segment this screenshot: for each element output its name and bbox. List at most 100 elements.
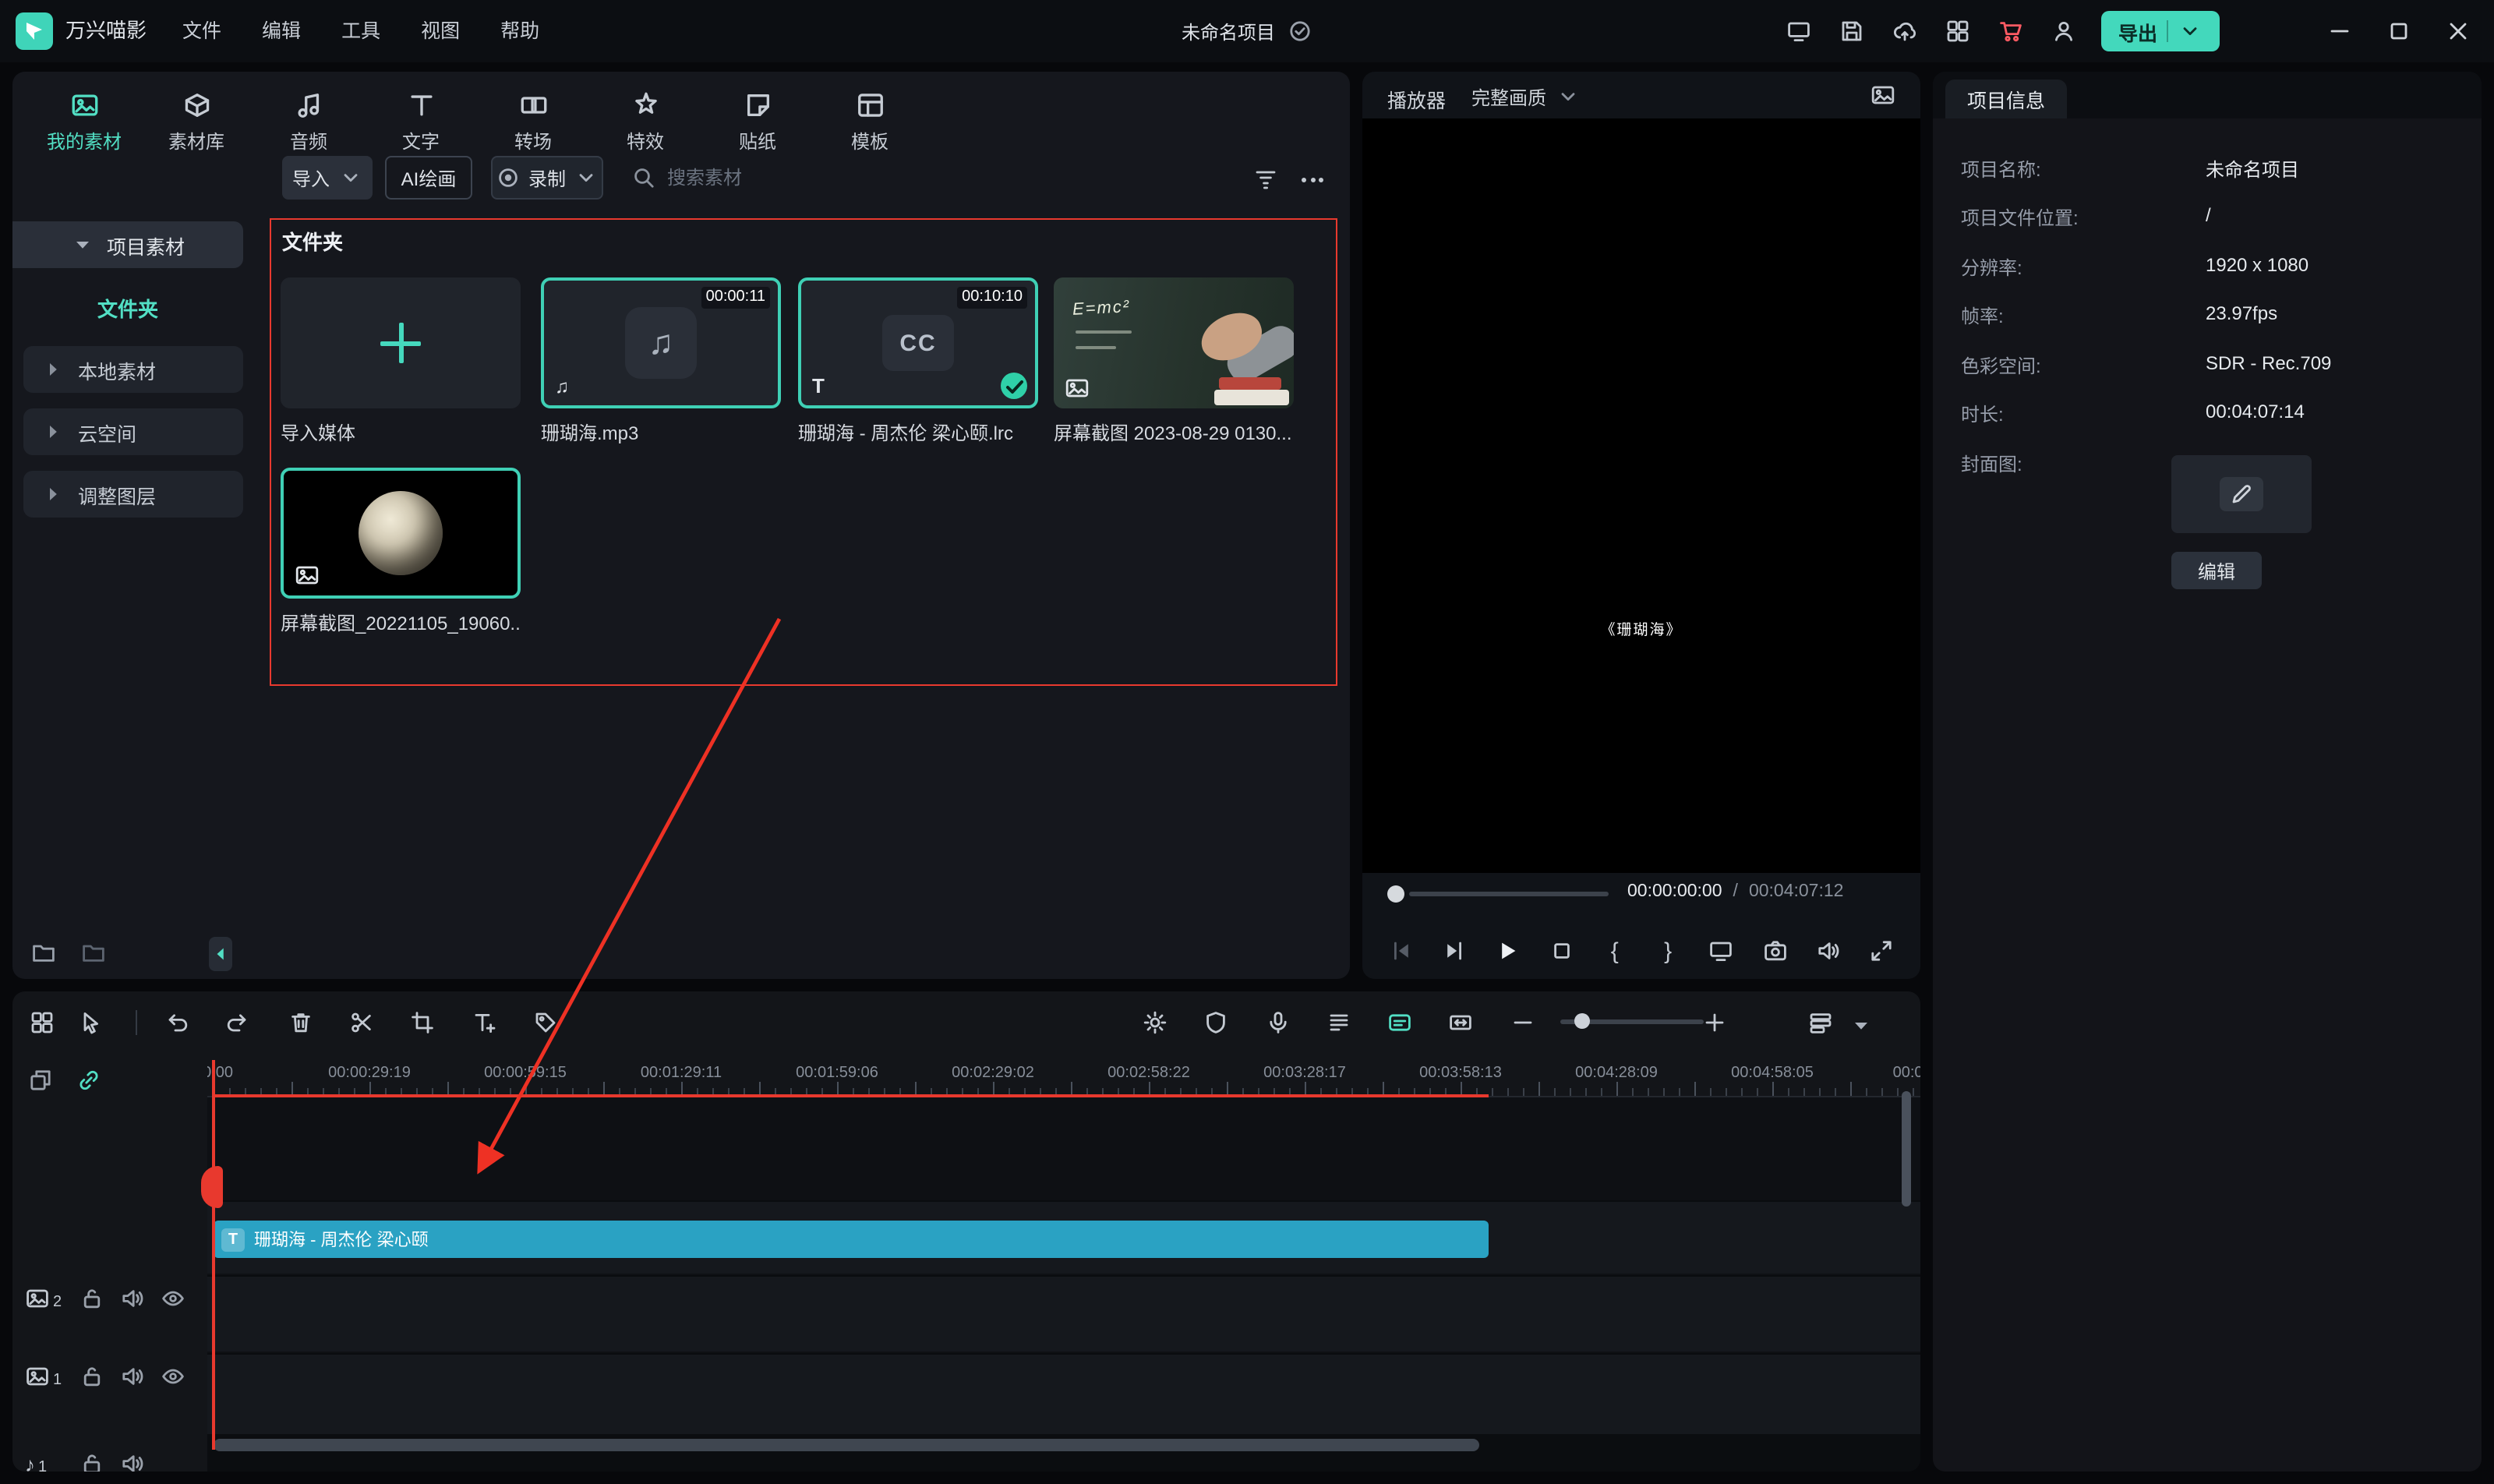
menu-view[interactable]: 视图 (404, 0, 477, 62)
media-thumbnail-blackboard[interactable]: E=mc² (1054, 277, 1294, 408)
lock-icon[interactable] (72, 1364, 112, 1389)
layout-grid-icon[interactable] (1939, 12, 1976, 50)
divider (136, 1010, 137, 1035)
scissors-icon[interactable] (343, 1004, 380, 1041)
next-frame-icon[interactable] (1437, 934, 1471, 968)
minimize-button[interactable] (2310, 0, 2369, 62)
search-box[interactable] (631, 156, 839, 200)
mark-in-icon[interactable] (1598, 934, 1632, 968)
track-lane-subtitle[interactable]: 珊瑚海 - 周杰伦 梁心颐 (207, 1200, 1920, 1274)
playhead[interactable] (212, 1060, 215, 1450)
media-thumbnail-lyrics[interactable]: 00:10:10 CC (798, 277, 1038, 408)
lock-icon[interactable] (72, 1451, 112, 1472)
track-lane-video[interactable] (207, 1275, 1920, 1352)
sidebar-item-adjustment-layer[interactable]: 调整图层 (23, 471, 243, 518)
menu-file[interactable]: 文件 (165, 0, 238, 62)
zoom-slider-handle[interactable] (1574, 1013, 1590, 1029)
zoom-out-icon[interactable] (1504, 1004, 1542, 1041)
copy-track-icon[interactable] (25, 1065, 56, 1096)
redo-icon[interactable] (218, 1004, 256, 1041)
render-preview-icon[interactable] (1136, 1004, 1174, 1041)
cart-icon[interactable] (1992, 12, 2029, 50)
cloud-upload-icon[interactable] (1886, 12, 1923, 50)
mic-icon[interactable] (1259, 1004, 1297, 1041)
subtitle-clip[interactable]: 珊瑚海 - 周杰伦 梁心颐 (214, 1221, 1489, 1258)
tab-my-media[interactable]: 我的素材 (28, 81, 140, 162)
mirror-display-icon[interactable] (1704, 934, 1739, 968)
media-thumbnail-audio[interactable]: 00:00:11 (541, 277, 781, 408)
media-thumbnail-moon[interactable] (281, 468, 521, 599)
record-button[interactable]: 录制 (491, 156, 603, 200)
seek-handle[interactable] (1387, 885, 1404, 903)
eye-icon[interactable] (153, 1364, 193, 1389)
media-item-lyrics: 00:10:10 CC 珊瑚海 - 周杰伦 梁心颐.lrc (798, 277, 1038, 446)
collapse-sidebar-button[interactable] (209, 937, 232, 971)
new-folder-icon[interactable] (31, 940, 56, 965)
timeline-tracks[interactable]: 珊瑚海 - 周杰伦 梁心颐 (207, 1097, 1920, 1434)
play-icon[interactable] (1491, 934, 1525, 968)
crop-icon[interactable] (404, 1004, 441, 1041)
pointer-tool-icon[interactable] (72, 1004, 109, 1041)
tab-project-info[interactable]: 项目信息 (1945, 80, 2067, 118)
sidebar-item-project-media[interactable]: 项目素材 (12, 221, 243, 268)
sidebar-item-folder[interactable]: 文件夹 (12, 293, 243, 323)
speaker-icon[interactable] (112, 1451, 153, 1472)
snapshot-icon[interactable] (1757, 934, 1792, 968)
text-tool-icon[interactable] (466, 1004, 503, 1041)
prev-frame-icon[interactable] (1384, 934, 1418, 968)
marker-icon[interactable] (527, 1004, 564, 1041)
menu-help[interactable]: 帮助 (483, 0, 556, 62)
close-button[interactable] (2429, 0, 2488, 62)
vertical-scrollbar[interactable] (1902, 1091, 1911, 1207)
seek-track[interactable] (1409, 892, 1609, 896)
monitor-icon[interactable] (1780, 12, 1818, 50)
cover-image-box[interactable] (2171, 455, 2312, 533)
tab-stock-media[interactable]: 素材库 (140, 81, 253, 162)
playhead-grip[interactable] (201, 1166, 223, 1208)
volume-icon[interactable] (1811, 934, 1846, 968)
shield-icon[interactable] (1197, 1004, 1235, 1041)
timeline-ruler[interactable]: 00:00 00:00:29:19 00:00:59:15 00:01:29:1… (207, 1060, 1920, 1097)
menu-edit[interactable]: 编辑 (245, 0, 318, 62)
maximize-button[interactable] (2369, 0, 2429, 62)
track-view-icon[interactable] (1802, 1004, 1839, 1041)
auto-caption-icon[interactable] (1381, 1004, 1418, 1041)
trash-icon[interactable] (282, 1004, 320, 1041)
more-icon[interactable] (1298, 165, 1326, 193)
image-frame-icon[interactable] (1870, 83, 1895, 108)
import-button[interactable]: 导入 (282, 156, 373, 200)
sidebar-item-cloud[interactable]: 云空间 (23, 408, 243, 455)
app-logo-icon[interactable] (16, 12, 53, 50)
track-lane-audio[interactable] (207, 1353, 1920, 1434)
preview-area[interactable]: 《珊瑚海》 (1362, 118, 1920, 873)
lock-icon[interactable] (72, 1286, 112, 1311)
pencil-icon[interactable] (2220, 477, 2263, 511)
ai-paint-button[interactable]: AI绘画 (385, 156, 472, 200)
notes-icon[interactable] (1320, 1004, 1358, 1041)
horizontal-scrollbar[interactable] (214, 1439, 1479, 1451)
eye-icon[interactable] (153, 1286, 193, 1311)
save-icon[interactable] (1833, 12, 1870, 50)
speaker-icon[interactable] (112, 1286, 153, 1311)
mark-out-icon[interactable] (1651, 934, 1685, 968)
fullscreen-icon[interactable] (1864, 934, 1899, 968)
speaker-icon[interactable] (112, 1364, 153, 1389)
quality-dropdown[interactable]: 完整画质 (1471, 78, 1581, 115)
folder-icon[interactable] (81, 940, 106, 965)
zoom-in-icon[interactable] (1696, 1004, 1733, 1041)
export-button[interactable]: 导出 (2101, 11, 2220, 51)
user-icon[interactable] (2045, 12, 2082, 50)
link-icon[interactable] (73, 1065, 104, 1096)
sidebar-item-local-media[interactable]: 本地素材 (23, 346, 243, 393)
grid-menu-icon[interactable] (23, 1004, 61, 1041)
import-media-tile[interactable] (281, 277, 521, 408)
fit-timeline-icon[interactable] (1442, 1004, 1479, 1041)
undo-icon[interactable] (159, 1004, 196, 1041)
stop-icon[interactable] (1544, 934, 1578, 968)
menu-tools[interactable]: 工具 (324, 0, 397, 62)
time-separator: / (1733, 882, 1738, 901)
search-input[interactable] (667, 167, 839, 189)
edit-cover-button[interactable]: 编辑 (2171, 552, 2262, 589)
filter-icon[interactable] (1252, 165, 1280, 193)
chevron-down-icon[interactable] (1849, 1013, 1874, 1038)
